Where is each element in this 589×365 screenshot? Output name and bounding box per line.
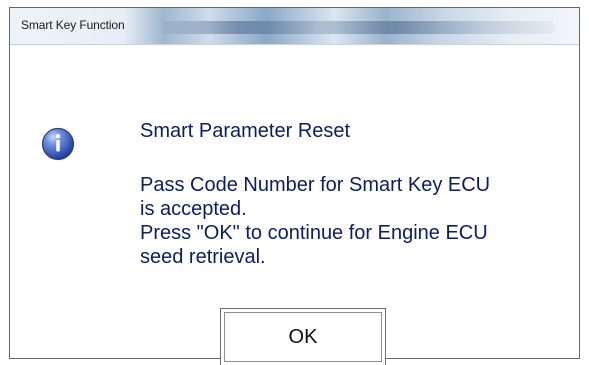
smart-key-function-dialog: Smart Key Function Smart Parameter Reset… bbox=[9, 7, 580, 365]
info-icon bbox=[41, 127, 75, 161]
message-line: is accepted. bbox=[140, 198, 247, 220]
ok-button[interactable]: OK bbox=[220, 308, 386, 365]
message-line: Pass Code Number for Smart Key ECU bbox=[140, 174, 491, 196]
ok-button-label: OK bbox=[288, 325, 318, 348]
message-line: Press "OK" to continue for Engine ECU bbox=[140, 222, 488, 244]
window-title: Smart Key Function bbox=[21, 18, 125, 32]
dialog-content: Smart Parameter Reset Pass Code Number f… bbox=[10, 45, 579, 365]
message-line: seed retrieval. bbox=[140, 246, 266, 268]
title-bar[interactable]: Smart Key Function bbox=[10, 8, 579, 45]
page: Smart Key Function Smart Parameter Reset… bbox=[0, 0, 589, 365]
dialog-heading: Smart Parameter Reset bbox=[140, 120, 351, 142]
message-block: Smart Parameter Reset Pass Code Number f… bbox=[140, 119, 554, 269]
title-bar-blurred-area bbox=[160, 21, 555, 34]
